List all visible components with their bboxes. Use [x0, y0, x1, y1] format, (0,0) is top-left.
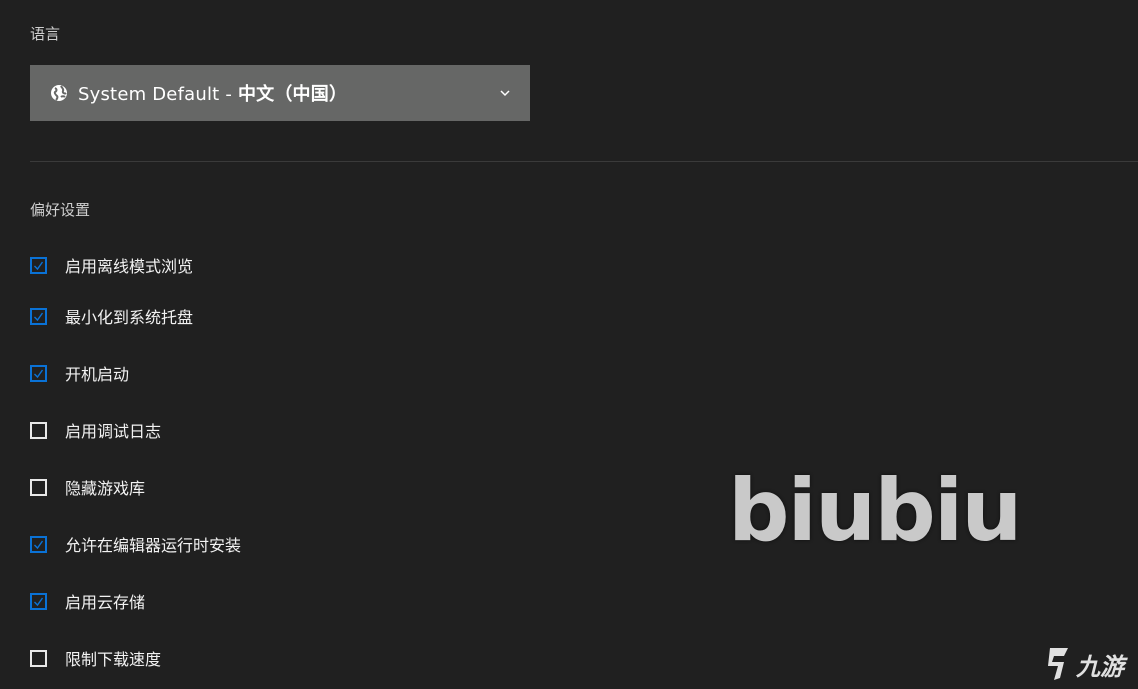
checkbox[interactable]: [30, 364, 47, 382]
checkbox[interactable]: [30, 592, 47, 610]
checkbox[interactable]: [30, 307, 47, 325]
language-dropdown-value: System Default - 中文（中国）: [78, 80, 347, 106]
pref-item-debug-log[interactable]: 启用调试日志: [30, 419, 161, 441]
pref-item-label: 最小化到系统托盘: [65, 308, 194, 327]
section-divider: [30, 161, 1138, 162]
biubiu-watermark: biubiu: [728, 461, 1023, 561]
pref-item-label: 启用离线模式浏览: [65, 257, 194, 276]
globe-icon: [50, 84, 68, 102]
pref-item-hide-library[interactable]: 隐藏游戏库: [30, 476, 145, 498]
pref-item-minimize-to-tray[interactable]: 最小化到系统托盘: [30, 305, 193, 327]
corner-logo-text: 九游: [1076, 652, 1124, 681]
language-dropdown-prefix: System Default -: [78, 84, 238, 105]
check-icon: [34, 369, 44, 378]
check-icon: [34, 261, 44, 270]
check-icon: [34, 597, 44, 606]
pref-item-install-while-editor-running[interactable]: 允许在编辑器运行时安装: [30, 533, 241, 555]
check-icon: [34, 540, 44, 549]
pref-item-offline-mode[interactable]: 启用离线模式浏览: [30, 254, 193, 276]
pref-item-throttle-downloads[interactable]: 限制下载速度: [30, 647, 161, 669]
checkbox[interactable]: [30, 478, 47, 496]
pref-item-label: 隐藏游戏库: [65, 479, 146, 498]
pref-item-cloud-saves[interactable]: 启用云存储: [30, 590, 145, 612]
checkbox[interactable]: [30, 256, 47, 274]
language-dropdown[interactable]: System Default - 中文（中国）: [30, 65, 530, 121]
checkbox[interactable]: [30, 421, 47, 439]
check-icon: [34, 312, 44, 321]
pref-item-label: 允许在编辑器运行时安装: [65, 536, 242, 555]
pref-item-label: 启用云存储: [65, 593, 146, 612]
chevron-down-icon: [498, 85, 512, 99]
language-dropdown-language: 中文（中国）: [237, 84, 348, 105]
language-section-title: 语言: [30, 25, 61, 43]
pref-item-label: 开机启动: [65, 365, 130, 384]
corner-watermark-logo: 九游: [1046, 644, 1124, 684]
preferences-section-title: 偏好设置: [30, 201, 91, 219]
checkbox[interactable]: [30, 535, 47, 553]
pref-item-label: 启用调试日志: [65, 422, 162, 441]
checkbox[interactable]: [30, 649, 47, 667]
settings-page: 语言 System Default - 中文（中国） 偏好设置 启用离线模式浏览: [0, 0, 1138, 689]
pref-item-label: 限制下载速度: [65, 650, 162, 669]
nine-game-logo-icon: [1048, 648, 1068, 680]
pref-item-launch-on-startup[interactable]: 开机启动: [30, 362, 129, 384]
